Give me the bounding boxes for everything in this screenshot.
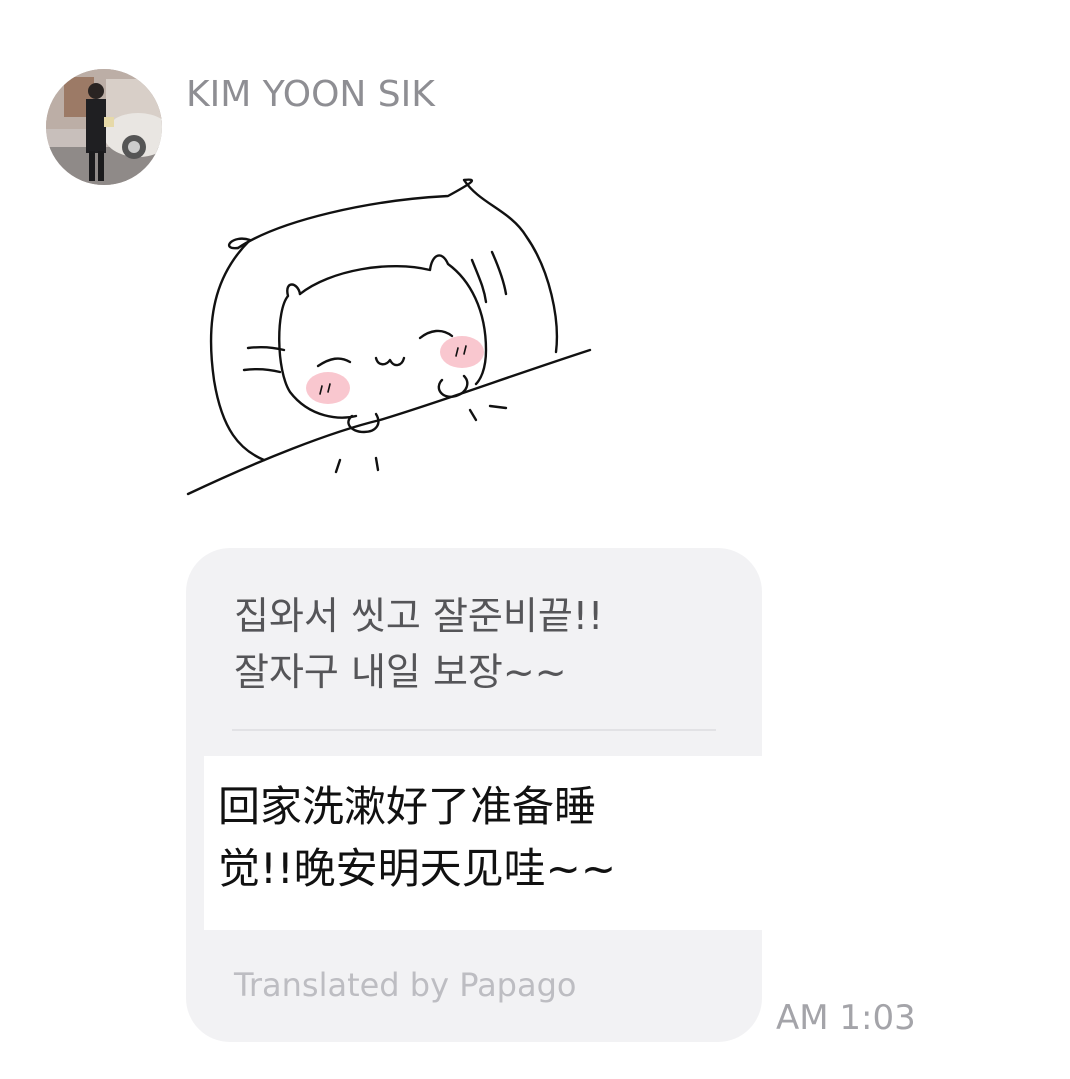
message-timestamp: AM 1:03 [776, 998, 916, 1038]
sleeping-cat-sticker[interactable] [180, 170, 600, 510]
sleeping-cat-icon [186, 178, 592, 496]
translated-message-box: 回家洗漱好了准备睡 觉!!晚安明天见哇~~ [204, 756, 762, 930]
sender-avatar[interactable] [46, 69, 162, 185]
translation-divider [232, 729, 716, 731]
sender-name: KIM YOON SIK [186, 74, 435, 115]
profile-photo-icon [46, 69, 162, 185]
message-bubble[interactable]: 집와서 씻고 잘준비끝!! 잘자구 내일 보장~~ 回家洗漱好了准备睡 觉!!晚… [186, 548, 762, 1042]
translation-credit: Translated by Papago [234, 966, 577, 1004]
translated-message-text: 回家洗漱好了准备睡 觉!!晚安明天见哇~~ [218, 782, 617, 893]
chat-screen: KIM YOON SIK 집와서 씻고 잘준비끝!! 잘자구 내일 보장~~ 回… [0, 0, 1070, 1079]
original-message-text: 집와서 씻고 잘준비끝!! 잘자구 내일 보장~~ [234, 594, 604, 694]
